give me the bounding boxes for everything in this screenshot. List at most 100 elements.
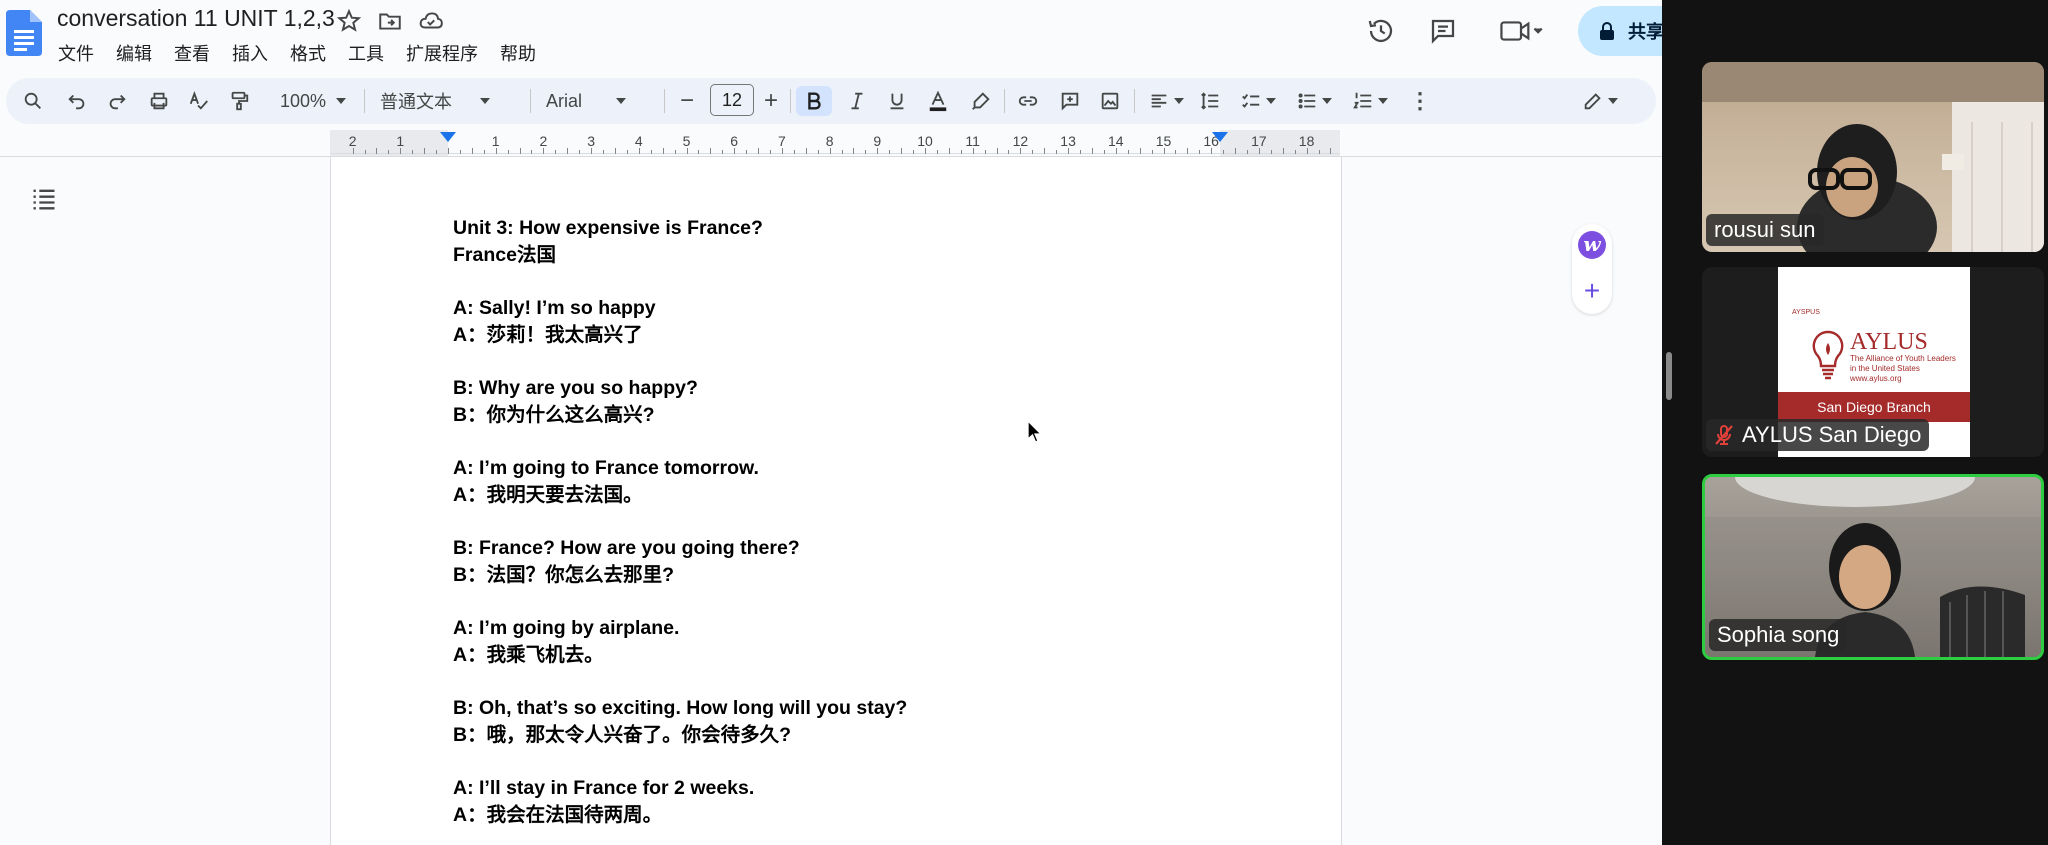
document-line[interactable]: B：你为什么这么高兴? bbox=[453, 402, 1253, 429]
active-speaker-video-tile[interactable]: Sophia song bbox=[1702, 474, 2044, 660]
document-line[interactable]: A：莎莉！我太高兴了 bbox=[453, 322, 1253, 349]
underline-button[interactable] bbox=[884, 86, 910, 116]
version-history-icon[interactable] bbox=[1364, 14, 1398, 48]
cloud-saved-icon[interactable] bbox=[418, 8, 444, 34]
document-paragraph[interactable]: Unit 3: How expensive is France? France法国 bbox=[453, 215, 1253, 269]
document-line[interactable]: A: Sally! I’m so happy bbox=[453, 295, 1253, 322]
spellcheck-icon[interactable] bbox=[186, 86, 212, 116]
document-paragraph[interactable]: A: I’m going by airplane. A：我乘飞机去。 bbox=[453, 615, 1253, 669]
participant-video-tile[interactable]: rousui sun bbox=[1702, 62, 2044, 252]
insert-image-icon[interactable] bbox=[1096, 86, 1124, 116]
ruler-tick bbox=[1163, 148, 1165, 154]
comments-icon[interactable] bbox=[1426, 14, 1460, 48]
redo-icon[interactable] bbox=[104, 86, 130, 116]
print-icon[interactable] bbox=[146, 86, 172, 116]
text-color-button[interactable] bbox=[924, 86, 952, 116]
right-indent-marker[interactable] bbox=[1212, 132, 1228, 142]
checklist-dropdown[interactable] bbox=[1236, 86, 1280, 116]
document-content[interactable]: Unit 3: How expensive is France? France法国… bbox=[453, 215, 1253, 845]
document-line[interactable]: A：我明天要去法国。 bbox=[453, 482, 1253, 509]
star-icon[interactable] bbox=[336, 8, 362, 34]
move-to-folder-icon[interactable] bbox=[377, 8, 403, 34]
participant-video-tile[interactable]: AYSPUS AYLUS The Alliance of Youth Leade… bbox=[1702, 267, 2044, 457]
paragraph-style-dropdown[interactable]: 普通文本 bbox=[380, 86, 520, 116]
document-line[interactable]: France法国 bbox=[453, 242, 1253, 269]
document-page[interactable]: Unit 3: How expensive is France? France法国… bbox=[330, 157, 1342, 845]
menu-tools[interactable]: 工具 bbox=[348, 40, 398, 66]
document-line[interactable]: Unit 3: How expensive is France? bbox=[453, 215, 1253, 242]
more-options-icon[interactable]: ⋮ bbox=[1409, 86, 1431, 116]
zoom-dropdown[interactable]: 100% bbox=[270, 86, 356, 116]
document-line[interactable]: B: Oh, that’s so exciting. How long will… bbox=[453, 695, 1253, 722]
bold-button[interactable] bbox=[796, 86, 832, 116]
menu-format[interactable]: 格式 bbox=[290, 40, 340, 66]
document-line[interactable]: A：我会在法国待两周。 bbox=[453, 802, 1253, 829]
undo-icon[interactable] bbox=[64, 86, 90, 116]
document-paragraph[interactable]: A: Sally! I’m so happy A：莎莉！我太高兴了 bbox=[453, 295, 1253, 349]
meet-camera-icon[interactable] bbox=[1494, 14, 1548, 48]
line-spacing-icon[interactable] bbox=[1196, 86, 1224, 116]
share-button[interactable]: 共享 bbox=[1578, 6, 1662, 56]
ruler-tick bbox=[638, 148, 640, 154]
ruler-tick bbox=[960, 150, 962, 154]
document-title[interactable]: conversation 11 UNIT 1,2,3 bbox=[57, 5, 335, 32]
paint-format-icon[interactable] bbox=[226, 86, 252, 116]
document-paragraph[interactable]: A: I’ll stay in France for 2 weeks. A：我会在… bbox=[453, 775, 1253, 829]
document-paragraph[interactable]: B: Oh, that’s so exciting. How long will… bbox=[453, 695, 1253, 749]
ruler-tick bbox=[1223, 150, 1225, 154]
ruler-tick bbox=[1306, 148, 1308, 154]
toolbar-divider bbox=[664, 89, 665, 113]
document-paragraph[interactable]: A: I’m going to France tomorrow. A：我明天要去法… bbox=[453, 455, 1253, 509]
increase-font-size-button[interactable]: + bbox=[758, 86, 784, 116]
document-outline-icon[interactable] bbox=[30, 185, 58, 213]
document-line[interactable]: A: I’m going by airplane. bbox=[453, 615, 1253, 642]
ruler-tick bbox=[650, 150, 652, 154]
ruler-tick bbox=[424, 148, 426, 154]
font-size-input[interactable]: 12 bbox=[710, 84, 754, 116]
menu-extensions[interactable]: 扩展程序 bbox=[406, 40, 492, 66]
document-paragraph[interactable]: B: France? How are you going there? B：法国？… bbox=[453, 535, 1253, 589]
document-line[interactable]: B: France? How are you going there? bbox=[453, 535, 1253, 562]
aylus-branch-band: San Diego Branch bbox=[1778, 392, 1970, 422]
document-line[interactable]: A: I’m going to France tomorrow. bbox=[453, 455, 1253, 482]
bulleted-list-dropdown[interactable] bbox=[1292, 86, 1336, 116]
document-line[interactable]: B: Why are you so happy? bbox=[453, 375, 1253, 402]
ruler-tick bbox=[877, 148, 879, 154]
ruler-tick bbox=[1044, 148, 1046, 154]
align-dropdown[interactable] bbox=[1144, 86, 1188, 116]
font-family-dropdown[interactable]: Arial bbox=[546, 86, 656, 116]
editing-mode-dropdown[interactable] bbox=[1578, 86, 1622, 116]
ruler-tick bbox=[1032, 150, 1034, 154]
wordtune-extension-icon[interactable]: w bbox=[1578, 231, 1606, 259]
ruler-number: 5 bbox=[682, 133, 691, 149]
document-paragraph[interactable]: B: Why are you so happy? B：你为什么这么高兴? bbox=[453, 375, 1253, 429]
menu-file[interactable]: 文件 bbox=[58, 40, 108, 66]
document-line[interactable]: B：哦，那太令人兴奋了。你会待多久? bbox=[453, 722, 1253, 749]
search-menus-icon[interactable] bbox=[20, 86, 46, 116]
document-line[interactable]: A：我乘飞机去。 bbox=[453, 642, 1253, 669]
panel-resize-handle[interactable] bbox=[1666, 352, 1672, 400]
ruler-tick bbox=[1008, 150, 1010, 154]
italic-button[interactable] bbox=[844, 86, 870, 116]
menu-edit[interactable]: 编辑 bbox=[116, 40, 166, 66]
horizontal-ruler[interactable]: 2 1 1 2 3 4 5 6 7 8 9 10 11 12 13 14 15 16 17 18 bbox=[330, 130, 1340, 156]
document-line[interactable]: A: I’ll stay in France for 2 weeks. bbox=[453, 775, 1253, 802]
left-indent-marker[interactable] bbox=[440, 132, 456, 142]
chevron-down-icon bbox=[336, 98, 347, 104]
ruler-number: 18 bbox=[1298, 133, 1315, 149]
numbered-list-dropdown[interactable] bbox=[1348, 86, 1392, 116]
menu-view[interactable]: 查看 bbox=[174, 40, 224, 66]
decrease-font-size-button[interactable]: − bbox=[674, 86, 700, 116]
ruler-tick bbox=[746, 150, 748, 154]
docs-logo-icon[interactable] bbox=[6, 10, 42, 56]
add-comment-icon[interactable] bbox=[1056, 86, 1084, 116]
menu-insert[interactable]: 插入 bbox=[232, 40, 282, 66]
ruler-tick bbox=[686, 148, 688, 154]
highlight-color-icon[interactable] bbox=[968, 86, 994, 116]
menu-help[interactable]: 帮助 bbox=[500, 40, 550, 66]
insert-link-icon[interactable] bbox=[1014, 86, 1042, 116]
ruler-tick bbox=[901, 148, 903, 154]
lock-icon bbox=[1600, 22, 1614, 40]
document-line[interactable]: B：法国？你怎么去那里? bbox=[453, 562, 1253, 589]
add-plus-icon[interactable]: + bbox=[1578, 277, 1606, 306]
